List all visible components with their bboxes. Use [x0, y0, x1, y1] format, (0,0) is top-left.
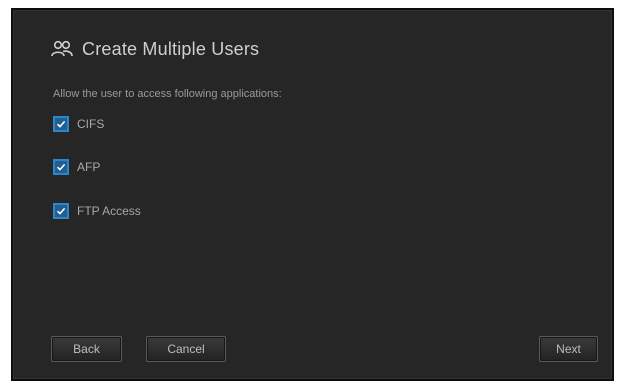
- back-button[interactable]: Back: [51, 336, 122, 362]
- cifs-label: CIFS: [77, 117, 105, 131]
- cifs-checkbox[interactable]: [53, 116, 69, 132]
- dialog-title: Create Multiple Users: [82, 38, 260, 59]
- ftp-access-label: FTP Access: [77, 204, 141, 218]
- option-cifs[interactable]: CIFS: [53, 114, 104, 134]
- next-button[interactable]: Next: [539, 336, 598, 362]
- cancel-button[interactable]: Cancel: [146, 336, 226, 362]
- afp-checkbox[interactable]: [53, 159, 69, 175]
- users-icon: [50, 40, 74, 58]
- create-multiple-users-dialog: Create Multiple Users Allow the user to …: [11, 8, 614, 381]
- afp-label: AFP: [77, 160, 101, 174]
- dialog-header: Create Multiple Users: [50, 36, 259, 62]
- ftp-access-checkbox[interactable]: [53, 203, 69, 219]
- instruction-text: Allow the user to access following appli…: [53, 88, 282, 100]
- option-afp[interactable]: AFP: [53, 157, 100, 177]
- option-ftp-access[interactable]: FTP Access: [53, 201, 141, 221]
